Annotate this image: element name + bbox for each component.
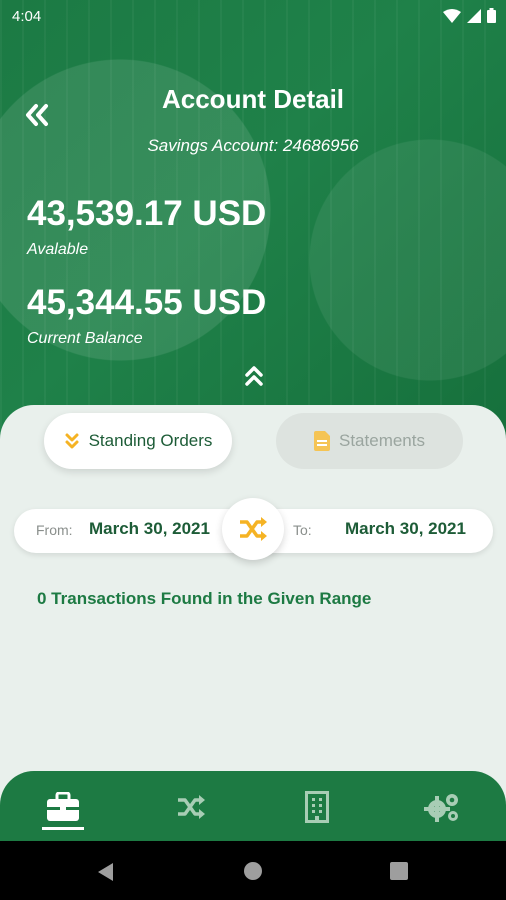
tab-statements-label: Statements [339, 431, 425, 450]
nav-item-transfers[interactable] [171, 789, 211, 825]
available-label: Avalable [27, 241, 89, 258]
tab-standing-orders[interactable]: Standing Orders [44, 413, 232, 469]
double-chevron-up-icon [245, 366, 263, 386]
status-icons [443, 8, 496, 23]
system-recents-button[interactable] [389, 861, 411, 883]
nav-item-settings[interactable] [422, 789, 462, 825]
briefcase-icon [47, 792, 79, 821]
page-title: Account Detail [161, 84, 345, 114]
to-date-field[interactable]: March 30, 2021 [345, 519, 466, 539]
battery-icon [487, 8, 496, 23]
transactions-result-text: 0 Transactions Found in the Given Range [37, 589, 372, 608]
shuffle-icon [240, 517, 267, 541]
status-time: 4:04 [12, 8, 42, 25]
collapse-button[interactable] [240, 364, 268, 392]
bottom-navigation [0, 771, 506, 841]
to-label: To: [293, 522, 312, 538]
tab-statements[interactable]: Statements [276, 413, 463, 469]
triangle-back-icon [98, 863, 113, 881]
shuffle-icon [178, 795, 205, 819]
gears-icon [424, 794, 458, 822]
from-date-field[interactable]: March 30, 2021 [89, 519, 210, 539]
system-navigation-bar [0, 841, 506, 900]
status-bar: 4:04 [0, 0, 506, 32]
nav-item-accounts[interactable] [43, 789, 83, 825]
wifi-icon [443, 8, 461, 23]
signal-icon [467, 8, 481, 23]
swap-dates-button[interactable] [222, 498, 284, 560]
tab-standing-orders-label: Standing Orders [88, 431, 213, 450]
active-tab-indicator [42, 827, 84, 830]
double-chevron-down-icon [65, 433, 79, 449]
building-icon [305, 791, 329, 823]
system-home-button[interactable] [243, 861, 265, 883]
document-icon [314, 431, 330, 451]
current-balance-amount: 45,344.55 USD [27, 283, 267, 322]
available-amount: 43,539.17 USD [27, 194, 267, 233]
circle-home-icon [244, 862, 262, 880]
nav-item-branches[interactable] [297, 789, 337, 825]
system-back-button[interactable] [95, 861, 117, 883]
square-recents-icon [390, 862, 408, 880]
current-balance-label: Current Balance [27, 330, 143, 347]
from-label: From: [36, 522, 73, 538]
account-subtitle: Savings Account: 24686956 [147, 136, 359, 155]
